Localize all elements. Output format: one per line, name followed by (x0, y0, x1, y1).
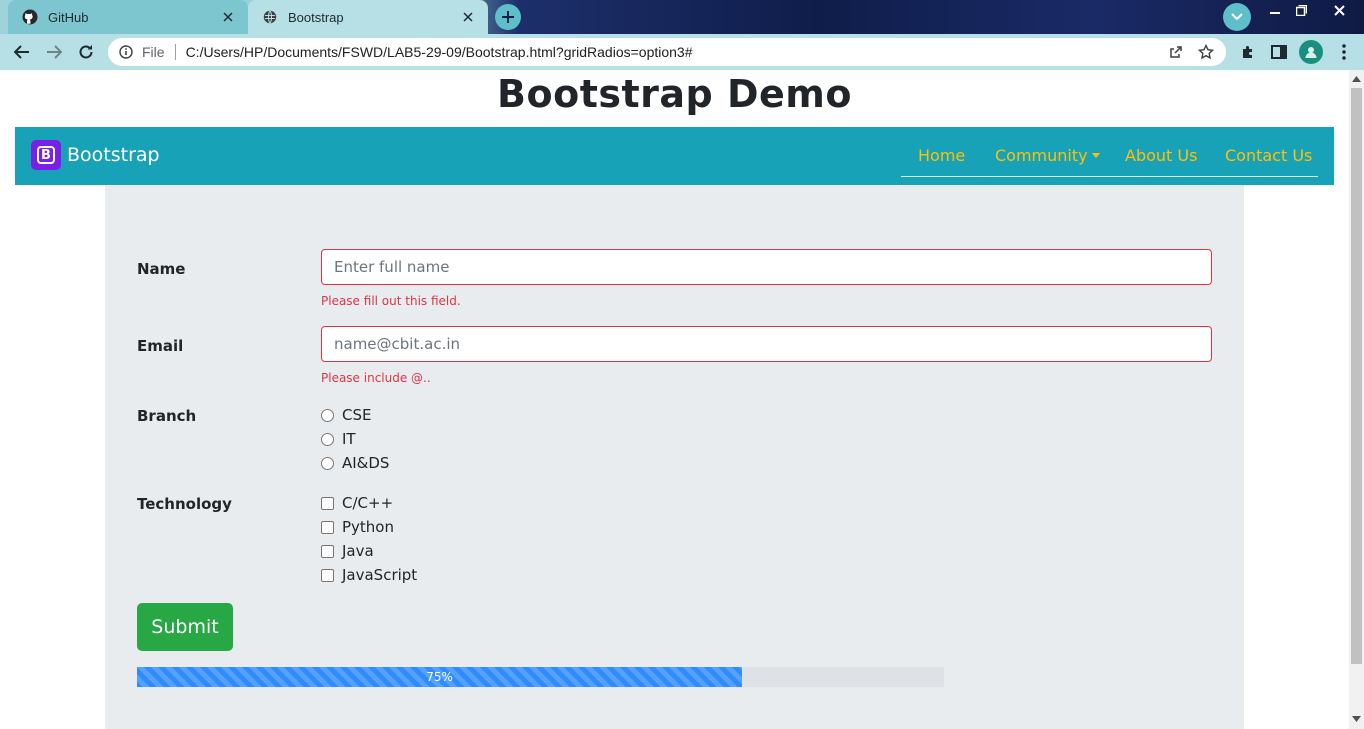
reload-button[interactable] (74, 40, 98, 64)
checkbox-label: JavaScript (342, 566, 418, 584)
radio-button[interactable] (321, 456, 334, 470)
navbar: B Bootstrap Home Community About Us Cont… (15, 127, 1334, 185)
chevron-down-icon (1231, 13, 1243, 21)
name-label: Name (137, 260, 186, 278)
github-icon (22, 9, 38, 25)
radio-label: IT (342, 430, 356, 448)
checkbox[interactable] (321, 496, 334, 510)
window-close-button[interactable] (1324, 0, 1354, 20)
scroll-up-icon[interactable] (1352, 74, 1361, 83)
new-tab-button[interactable] (495, 4, 521, 30)
address-bar[interactable]: File C:/Users/HP/Documents/FSWD/LAB5-29-… (108, 38, 1226, 66)
url-scheme: File (142, 44, 165, 60)
side-panel-button[interactable] (1267, 40, 1291, 64)
submit-button[interactable]: Submit (137, 603, 233, 651)
star-icon[interactable] (1196, 42, 1216, 62)
tab-search-button[interactable] (1223, 3, 1251, 31)
nav-link-contact-us[interactable]: Contact Us (1225, 146, 1312, 165)
tab-title: GitHub (48, 9, 89, 25)
kebab-menu-icon (1342, 44, 1346, 60)
technology-label: Technology (137, 495, 232, 513)
checkbox-label: Python (342, 518, 394, 536)
info-icon[interactable] (118, 44, 134, 60)
name-field[interactable] (321, 249, 1212, 285)
close-icon[interactable] (460, 9, 476, 25)
divider (174, 44, 176, 60)
radio-button[interactable] (321, 408, 334, 422)
reload-icon (79, 45, 93, 59)
radio-cse[interactable]: CSE (321, 406, 371, 424)
side-panel-icon (1271, 45, 1287, 59)
checkbox-label: Java (342, 542, 374, 560)
progress-bar: 75% (137, 667, 944, 687)
page-viewport: Bootstrap Demo B Bootstrap Home Communit… (0, 70, 1349, 729)
restore-button[interactable] (1286, 0, 1316, 20)
tab-bootstrap[interactable]: Bootstrap (248, 0, 488, 34)
radio-label: AI&DS (342, 454, 390, 472)
checkbox[interactable] (321, 568, 334, 582)
checkbox-c-cpp[interactable]: C/C++ (321, 494, 393, 512)
forward-button[interactable] (42, 40, 66, 64)
progress-label: 75% (426, 670, 453, 684)
menu-button[interactable] (1332, 40, 1356, 64)
navbar-brand[interactable]: B Bootstrap (31, 140, 160, 170)
tab-title: Bootstrap (288, 9, 344, 25)
browser-toolbar: File C:/Users/HP/Documents/FSWD/LAB5-29-… (0, 34, 1364, 70)
arrow-left-icon (14, 45, 29, 59)
checkbox-javascript[interactable]: JavaScript (321, 566, 417, 584)
nav-link-label: Community (995, 146, 1088, 165)
url-text[interactable]: C:/Users/HP/Documents/FSWD/LAB5-29-09/Bo… (186, 44, 1166, 60)
nav-link-community[interactable]: Community (995, 146, 1100, 165)
page-scrollbar[interactable] (1349, 70, 1364, 729)
email-label: Email (137, 337, 184, 355)
globe-icon (262, 9, 278, 25)
bootstrap-logo-icon: B (31, 140, 61, 170)
nav-links: Home Community About Us Contact Us (901, 127, 1318, 177)
email-feedback: Please include @.. (321, 371, 431, 385)
checkbox-label: C/C++ (342, 494, 394, 512)
puzzle-icon (1243, 46, 1252, 58)
back-button[interactable] (10, 40, 34, 64)
radio-button[interactable] (321, 432, 334, 446)
restore-icon (1295, 4, 1307, 16)
nav-link-home[interactable]: Home (918, 146, 965, 165)
minimize-icon (1270, 12, 1280, 14)
arrow-right-icon (47, 45, 62, 59)
extensions-button[interactable] (1236, 40, 1260, 64)
checkbox[interactable] (321, 520, 334, 534)
tab-github[interactable]: GitHub (8, 0, 248, 34)
close-icon[interactable] (220, 9, 236, 25)
caret-down-icon (1091, 153, 1100, 158)
share-icon[interactable] (1166, 42, 1186, 62)
scrollbar-thumb[interactable] (1351, 88, 1362, 664)
registration-form: Name Please fill out this field. Email P… (105, 185, 1244, 729)
page-title: Bootstrap Demo (497, 72, 852, 116)
checkbox-java[interactable]: Java (321, 542, 374, 560)
email-field[interactable] (321, 326, 1212, 362)
tab-strip: GitHub Bootstrap (0, 0, 1364, 34)
branch-label: Branch (137, 407, 197, 425)
brand-name: Bootstrap (67, 144, 160, 166)
checkbox-python[interactable]: Python (321, 518, 394, 536)
name-feedback: Please fill out this field. (321, 294, 461, 308)
radio-label: CSE (342, 406, 372, 424)
checkbox[interactable] (321, 544, 334, 558)
radio-it[interactable]: IT (321, 430, 356, 448)
plus-icon (502, 11, 514, 23)
logo-letter: B (37, 146, 55, 164)
progress-fill: 75% (137, 667, 743, 687)
profile-avatar[interactable] (1299, 40, 1323, 64)
radio-aids[interactable]: AI&DS (321, 454, 389, 472)
scroll-down-icon[interactable] (1352, 714, 1361, 723)
nav-link-about-us[interactable]: About Us (1125, 146, 1197, 165)
close-icon (1333, 4, 1345, 16)
person-icon (1305, 47, 1317, 58)
